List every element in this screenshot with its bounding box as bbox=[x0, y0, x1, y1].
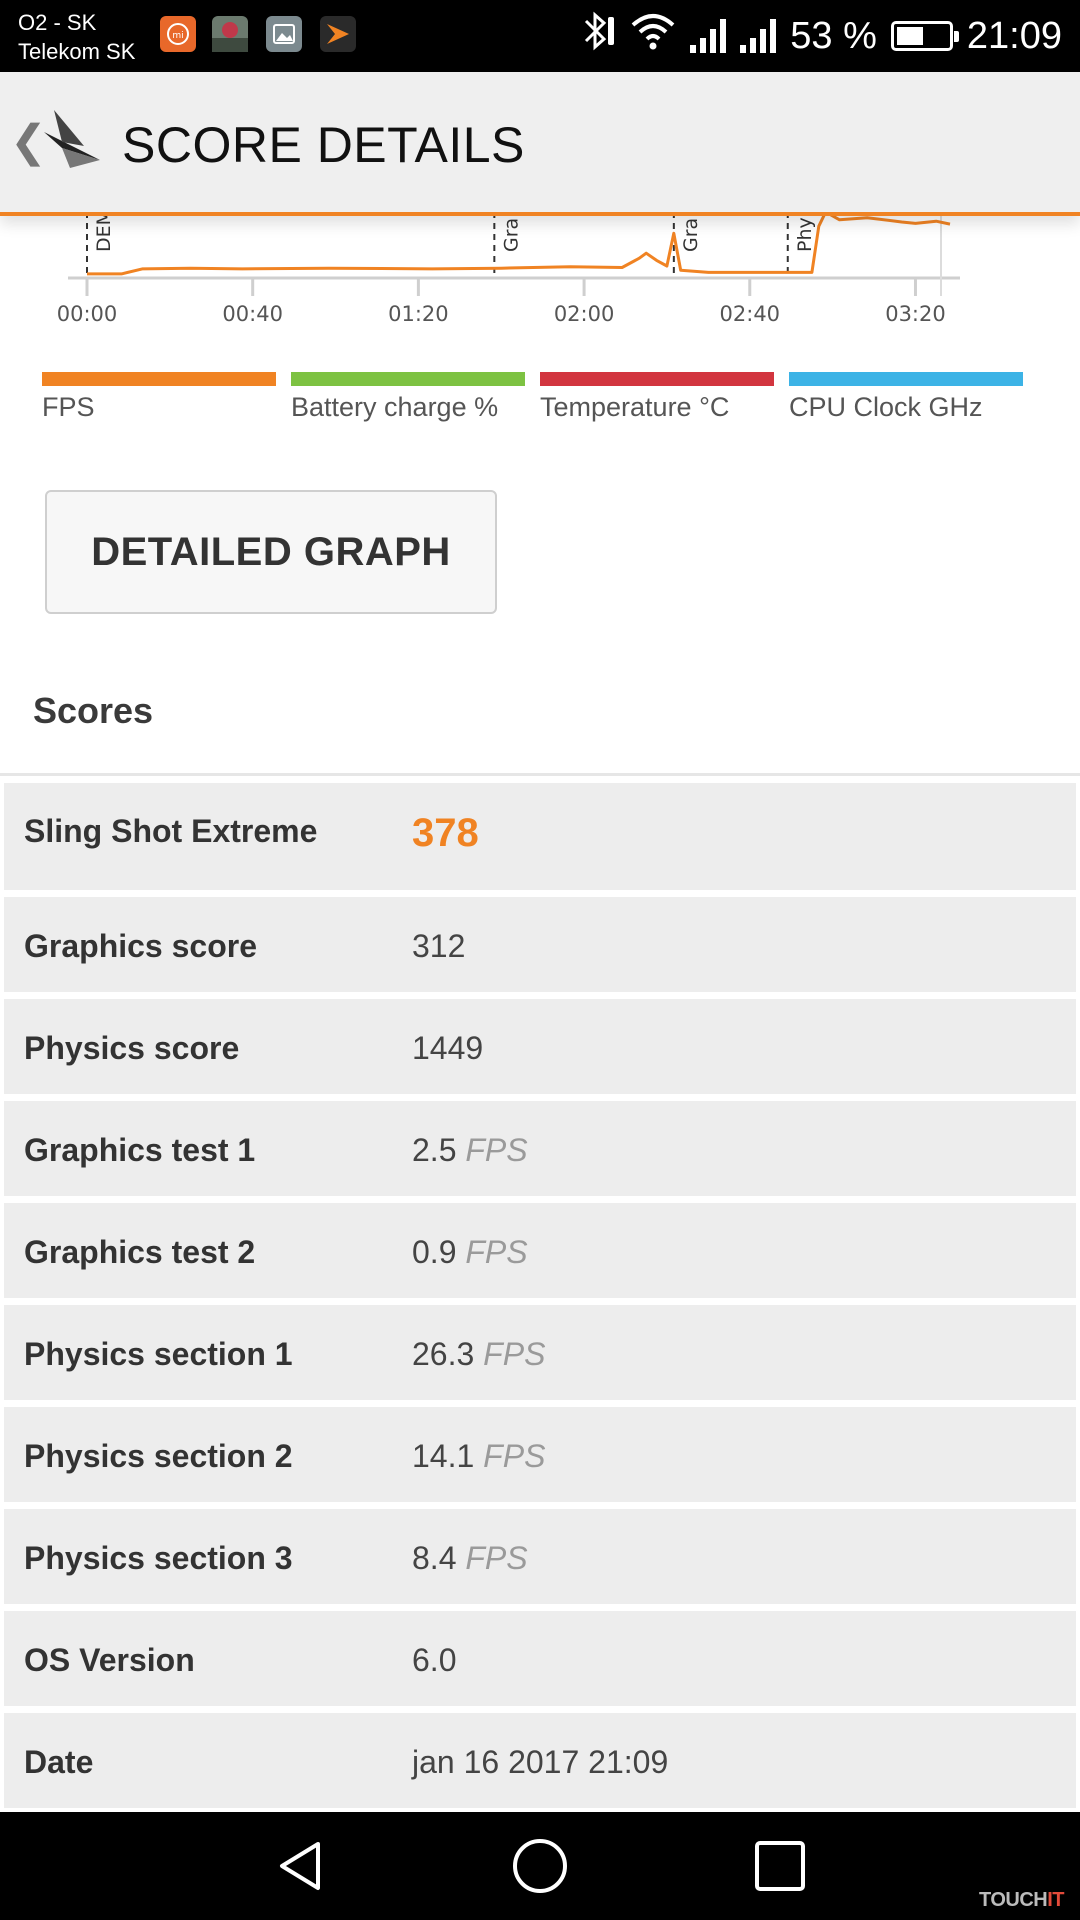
watermark-accent: IT bbox=[1047, 1889, 1064, 1911]
navigation-bar: TOUCHIT bbox=[0, 1812, 1080, 1920]
legend-label: Battery charge % bbox=[291, 392, 499, 422]
value-number: 2.5 bbox=[412, 1132, 457, 1168]
carrier-info: O2 - SK Telekom SK bbox=[18, 8, 135, 66]
score-value: 8.4 FPS bbox=[412, 1540, 528, 1577]
score-value-main: 378 bbox=[412, 811, 479, 855]
score-label: Graphics test 1 bbox=[24, 1132, 256, 1168]
score-label: Graphics score bbox=[24, 928, 257, 964]
value-unit: FPS bbox=[465, 1132, 528, 1168]
value-number: 0.9 bbox=[412, 1234, 457, 1270]
scores-heading: Scores bbox=[33, 690, 154, 731]
carrier-line-1: O2 - SK bbox=[18, 10, 97, 35]
legend-item-fps: FPS bbox=[42, 372, 276, 423]
photo-thumbnail-icon bbox=[212, 16, 248, 52]
signal-icon bbox=[690, 19, 727, 53]
legend-swatch-battery bbox=[291, 372, 525, 386]
score-row-sling-shot-extreme: Sling Shot Extreme 378 bbox=[4, 783, 1076, 890]
recents-nav-icon[interactable] bbox=[750, 1836, 810, 1896]
x-tick-label: 02:00 bbox=[554, 302, 615, 326]
value-number: 26.3 bbox=[412, 1336, 475, 1372]
score-value: 312 bbox=[412, 928, 466, 964]
section-marker-label: Gra bbox=[680, 218, 702, 252]
gallery-icon bbox=[266, 16, 302, 52]
divider bbox=[0, 773, 1080, 776]
score-value: jan 16 2017 21:09 bbox=[412, 1744, 669, 1780]
legend-item-battery: Battery charge % bbox=[291, 372, 525, 423]
battery-icon bbox=[890, 21, 959, 51]
section-marker-label: DEM bbox=[93, 212, 115, 252]
legend-item-temperature: Temperature °C bbox=[540, 372, 774, 423]
watermark: TOUCHIT bbox=[978, 1889, 1065, 1912]
app-header: ❮ SCORE DETAILS bbox=[0, 72, 1080, 216]
battery-percent: 53 % bbox=[790, 14, 877, 57]
score-label: Sling Shot Extreme bbox=[24, 813, 318, 849]
value-number: 14.1 bbox=[412, 1438, 475, 1474]
score-row-graphics-score: Graphics score 312 bbox=[4, 897, 1076, 992]
performance-chart[interactable]: DEM Gra Gra Phy 00:00 00:40 01:20 02:00 02:40 03… bbox=[0, 212, 1080, 342]
value-unit: FPS bbox=[483, 1438, 546, 1474]
value-number: 8.4 bbox=[412, 1540, 457, 1576]
status-bar: O2 - SK Telekom SK mi 53 % 21:09 bbox=[0, 0, 1080, 72]
legend-label: CPU Clock GHz bbox=[789, 392, 983, 422]
score-label: Physics section 1 bbox=[24, 1336, 293, 1372]
value-unit: FPS bbox=[465, 1234, 528, 1270]
score-row-os-version: OS Version 6.0 bbox=[4, 1611, 1076, 1706]
legend-item-cpu-clock: CPU Clock GHz bbox=[789, 372, 1023, 423]
score-value: 0.9 FPS bbox=[412, 1234, 528, 1271]
score-row-date: Date jan 16 2017 21:09 bbox=[4, 1713, 1076, 1808]
legend-label: FPS bbox=[42, 392, 95, 422]
bluetooth-icon bbox=[576, 9, 616, 63]
score-label: Physics section 2 bbox=[24, 1438, 293, 1474]
section-marker-label: Phy bbox=[794, 217, 816, 252]
score-label: Physics section 3 bbox=[24, 1540, 293, 1576]
value-unit: FPS bbox=[465, 1540, 528, 1576]
section-marker-label: Gra bbox=[500, 218, 522, 252]
x-tick-label: 02:40 bbox=[720, 302, 781, 326]
score-row-graphics-test-2: Graphics test 2 0.9 FPS bbox=[4, 1203, 1076, 1298]
x-tick-label: 01:20 bbox=[388, 302, 449, 326]
score-label: Date bbox=[24, 1744, 94, 1780]
score-value: 6.0 bbox=[412, 1642, 457, 1678]
clock: 21:09 bbox=[966, 14, 1062, 57]
x-tick-label: 00:40 bbox=[222, 302, 283, 326]
score-row-physics-section-3: Physics section 3 8.4 FPS bbox=[4, 1509, 1076, 1604]
score-row-physics-score: Physics score 1449 bbox=[4, 999, 1076, 1094]
score-row-physics-section-2: Physics section 2 14.1 FPS bbox=[4, 1407, 1076, 1502]
legend-swatch-fps bbox=[42, 372, 276, 386]
wifi-icon bbox=[630, 11, 676, 61]
chart-legend: FPS Battery charge % Temperature °C CPU … bbox=[42, 372, 1042, 422]
score-label: Graphics test 2 bbox=[24, 1234, 256, 1270]
legend-swatch-temperature bbox=[540, 372, 774, 386]
legend-label: Temperature °C bbox=[540, 392, 730, 422]
score-value: 26.3 FPS bbox=[412, 1336, 545, 1373]
x-tick-label: 03:20 bbox=[885, 302, 946, 326]
value-unit: FPS bbox=[483, 1336, 546, 1372]
x-axis-ticks: 00:00 00:40 01:20 02:00 02:40 03:20 bbox=[57, 278, 946, 326]
section-markers: DEM Gra Gra Phy bbox=[86, 212, 816, 276]
detailed-graph-button[interactable]: DETAILED GRAPH bbox=[45, 490, 497, 614]
score-row-physics-section-1: Physics section 1 26.3 FPS bbox=[4, 1305, 1076, 1400]
3dmark-logo[interactable] bbox=[40, 102, 104, 174]
signal-icon bbox=[740, 19, 777, 53]
mi-app-icon: mi bbox=[160, 16, 196, 52]
carrier-line-2: Telekom SK bbox=[18, 39, 136, 64]
score-label: OS Version bbox=[24, 1642, 195, 1678]
svg-text:mi: mi bbox=[172, 31, 183, 41]
page-title: SCORE DETAILS bbox=[122, 117, 525, 173]
legend-swatch-cpu-clock bbox=[789, 372, 1023, 386]
watermark-text: TOUCH bbox=[978, 1889, 1048, 1911]
score-row-graphics-test-1: Graphics test 1 2.5 FPS bbox=[4, 1101, 1076, 1196]
score-value: 2.5 FPS bbox=[412, 1132, 528, 1169]
home-nav-icon[interactable] bbox=[510, 1836, 570, 1896]
x-tick-label: 00:00 bbox=[57, 302, 118, 326]
3dmark-icon bbox=[320, 16, 356, 52]
back-nav-icon[interactable] bbox=[270, 1836, 330, 1896]
score-label: Physics score bbox=[24, 1030, 240, 1066]
score-value: 14.1 FPS bbox=[412, 1438, 545, 1475]
score-value: 1449 bbox=[412, 1030, 484, 1066]
